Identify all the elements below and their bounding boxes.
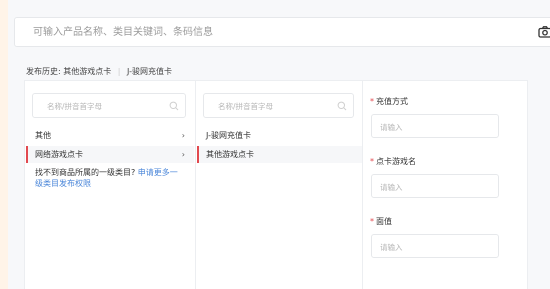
level2-search-input[interactable] <box>204 95 353 118</box>
required-marker: * <box>370 217 374 226</box>
history-separator: | <box>117 67 121 76</box>
level2-search-box[interactable] <box>203 93 354 118</box>
search-icon <box>337 101 347 111</box>
field-label-text: 点卡游戏名 <box>376 157 416 166</box>
category-panel: 其他 › 网络游戏点卡 › 找不到商品所属的一级类目? 申请更多一级类目发布权限… <box>24 80 528 289</box>
game-card-name-input[interactable] <box>372 176 498 199</box>
face-value-field[interactable] <box>371 234 499 259</box>
product-search-input[interactable] <box>15 18 525 46</box>
recharge-method-input[interactable] <box>372 116 498 139</box>
chevron-right-icon: › <box>181 150 185 159</box>
publish-history: 发布历史: 其他游戏点卡 | J-骏网充值卡 <box>26 66 172 77</box>
recharge-method-field[interactable] <box>371 114 499 139</box>
category-item-label: J-骏网充值卡 <box>206 131 251 140</box>
history-label: 发布历史: <box>26 67 61 76</box>
category-item-other[interactable]: 其他 › <box>26 127 194 144</box>
category-item-label: 其他游戏点卡 <box>206 150 254 159</box>
attribute-form: *充值方式 *点卡游戏名 *面值 <box>363 81 529 289</box>
face-value-input[interactable] <box>372 236 498 259</box>
chevron-right-icon: › <box>181 131 185 140</box>
history-item[interactable]: J-骏网充值卡 <box>127 67 172 76</box>
category-column-level1: 其他 › 网络游戏点卡 › 找不到商品所属的一级类目? 申请更多一级类目发布权限 <box>25 81 196 289</box>
category-column-level2: J-骏网充值卡 其他游戏点卡 <box>196 81 363 289</box>
category-item-label: 网络游戏点卡 <box>35 150 83 159</box>
category-not-found-hint: 找不到商品所属的一级类目? 申请更多一级类目发布权限 <box>35 168 185 189</box>
level1-search-box[interactable] <box>32 93 186 118</box>
category-item-online-game-card[interactable]: 网络游戏点卡 › <box>26 146 194 163</box>
game-card-name-label: * 点卡游戏名 <box>370 156 416 167</box>
search-icon <box>169 101 179 111</box>
not-found-text: 找不到商品所属的一级类目? <box>35 168 136 177</box>
field-label-text: 充值方式 <box>376 97 408 106</box>
field-label-text: 面值 <box>376 217 392 226</box>
face-value-label: * 面值 <box>370 216 392 227</box>
game-card-name-field[interactable] <box>371 174 499 199</box>
level1-search-input[interactable] <box>33 95 185 118</box>
category-item-junnet-card[interactable]: J-骏网充值卡 <box>197 127 362 144</box>
recharge-method-label: * 充值方式 <box>370 96 408 107</box>
history-item[interactable]: 其他游戏点卡 <box>63 67 111 76</box>
category-item-label: 其他 <box>35 131 51 140</box>
product-search-bar[interactable] <box>14 17 550 47</box>
category-item-other-game-card[interactable]: 其他游戏点卡 <box>197 146 362 163</box>
required-marker: * <box>370 97 374 106</box>
camera-icon[interactable] <box>538 25 550 39</box>
required-marker: * <box>370 157 374 166</box>
left-accent-strip <box>0 0 8 289</box>
